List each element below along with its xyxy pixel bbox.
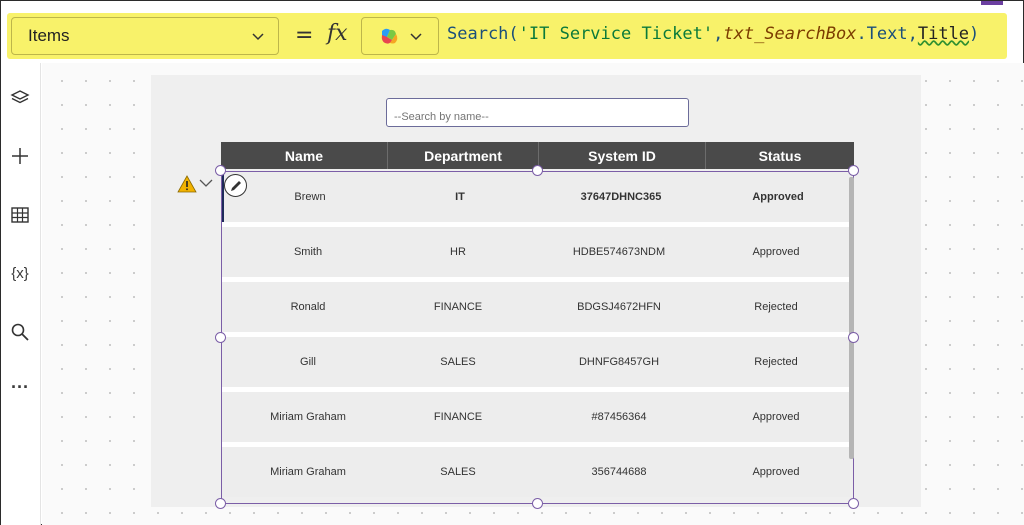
cell-system-id: 37647DHNC365	[580, 191, 662, 203]
search-input[interactable]	[386, 98, 689, 127]
cell-department: FINANCE	[433, 301, 483, 313]
formula-control: txt_SearchBox	[723, 24, 857, 44]
property-label: Items	[28, 26, 70, 45]
formula-source: 'IT Service Ticket'	[518, 24, 714, 44]
layers-icon[interactable]	[9, 87, 31, 109]
table-row[interactable]: Brewn IT 37647DHNC365 Approved	[222, 172, 850, 222]
cell-name: Ronald	[290, 301, 326, 313]
resize-handle-bottom-right[interactable]	[848, 498, 859, 509]
formula-function: Search(	[447, 24, 519, 44]
gallery[interactable]: Brewn IT 37647DHNC365 Approved Smith HR …	[221, 171, 854, 504]
cell-status: Approved	[752, 466, 800, 478]
variables-icon[interactable]: {x}	[9, 262, 31, 284]
property-dropdown[interactable]: Items	[11, 17, 279, 55]
fx-icon[interactable]: fx	[327, 21, 348, 46]
cell-status: Approved	[752, 411, 800, 423]
resize-handle-top[interactable]	[532, 165, 543, 176]
search-icon[interactable]	[9, 321, 31, 343]
header-department: Department	[388, 142, 539, 169]
cell-department: IT	[455, 191, 465, 203]
table-row[interactable]: Miriam Graham SALES 356744688 Approved	[222, 447, 850, 497]
table-row[interactable]: Smith HR HDBE574673NDM Approved	[222, 227, 850, 277]
cell-system-id: BDGSJ4672HFN	[577, 301, 661, 313]
cell-department: SALES	[440, 466, 476, 478]
cell-department: HR	[450, 246, 466, 258]
copilot-button[interactable]	[361, 17, 439, 55]
resize-handle-bottom-left[interactable]	[215, 498, 226, 509]
cell-department: SALES	[440, 356, 476, 368]
cell-name: Miriam Graham	[270, 466, 346, 478]
formula-close: )	[969, 24, 980, 44]
cell-name: Gill	[300, 356, 316, 368]
edit-icon[interactable]	[224, 174, 247, 197]
cell-system-id: 356744688	[591, 466, 647, 478]
gallery-scrollbar[interactable]	[849, 177, 854, 459]
accent-bar	[981, 1, 1003, 5]
formula-comma: ,	[713, 24, 724, 44]
table-row[interactable]: Ronald FINANCE BDGSJ4672HFN Rejected	[222, 282, 850, 332]
cell-name: Miriam Graham	[270, 411, 346, 423]
cell-system-id: #87456364	[591, 411, 647, 423]
cell-name: Smith	[293, 246, 323, 258]
chevron-down-icon	[410, 33, 422, 41]
cell-status: Rejected	[754, 301, 798, 313]
resize-handle-left[interactable]	[215, 332, 226, 343]
resize-handle-top-left[interactable]	[215, 165, 226, 176]
cell-status: Approved	[752, 191, 804, 203]
more-icon[interactable]: ···	[9, 376, 31, 398]
cell-system-id: DHNFG8457GH	[578, 356, 660, 368]
cell-status: Rejected	[754, 356, 798, 368]
equals-sign: =	[295, 23, 314, 48]
warning-icon[interactable]	[177, 174, 197, 194]
table-icon[interactable]	[9, 204, 31, 226]
formula-bar: Items = fx Search('IT Service Ticket',tx…	[7, 13, 1007, 59]
formula-column: Title	[917, 24, 970, 44]
header-name: Name	[221, 142, 388, 169]
chevron-down-icon	[252, 33, 264, 41]
formula-input[interactable]: Search('IT Service Ticket',txt_SearchBox…	[447, 24, 979, 44]
plus-icon[interactable]	[9, 145, 31, 167]
formula-property: .Text,	[856, 24, 918, 44]
cell-department: FINANCE	[433, 411, 483, 423]
copilot-icon	[381, 28, 398, 44]
resize-handle-top-right[interactable]	[848, 165, 859, 176]
resize-handle-right[interactable]	[848, 332, 859, 343]
cell-system-id: HDBE574673NDM	[572, 246, 666, 258]
chevron-down-icon[interactable]	[199, 178, 213, 188]
header-system-id: System ID	[539, 142, 706, 169]
cell-name: Brewn	[294, 191, 326, 203]
left-rail: {x} ···	[1, 63, 41, 525]
header-status: Status	[758, 147, 802, 164]
cell-status: Approved	[752, 246, 800, 258]
resize-handle-bottom[interactable]	[532, 498, 543, 509]
table-row[interactable]: Gill SALES DHNFG8457GH Rejected	[222, 337, 850, 387]
table-row[interactable]: Miriam Graham FINANCE #87456364 Approved	[222, 392, 850, 442]
